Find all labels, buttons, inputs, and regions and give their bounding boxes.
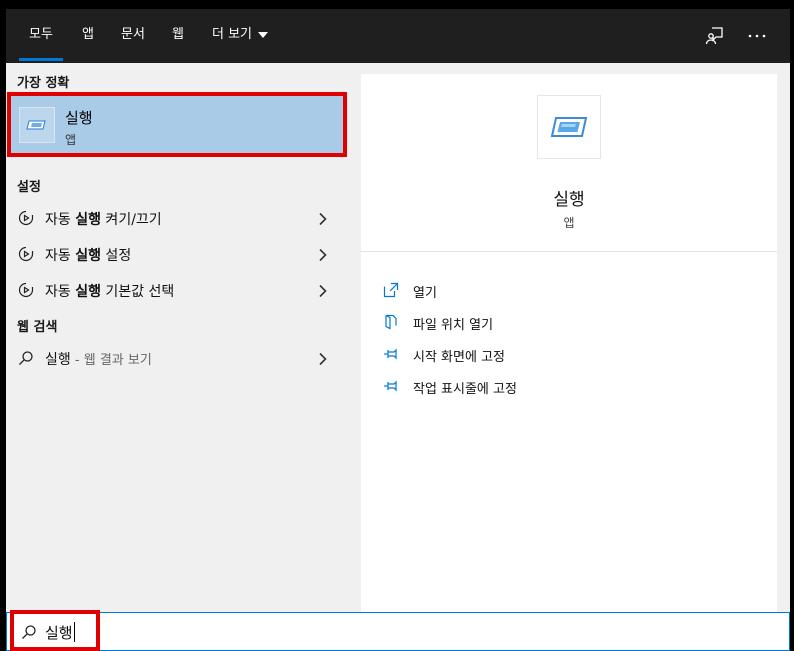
results-panel: 가장 정확 실행 앱 설정 자동 실행 켜기/끄기 자동 실행 설정 자동 실행… [6, 63, 350, 612]
best-match-heading: 가장 정확 [17, 76, 70, 91]
settings-heading: 설정 [17, 180, 41, 195]
open-icon [383, 282, 399, 298]
action-label: 열기 [413, 286, 437, 301]
settings-item-autoplay-settings[interactable]: 자동 실행 설정 [6, 238, 350, 272]
feedback-icon[interactable] [705, 26, 725, 46]
settings-item-label: 자동 실행 설정 [45, 248, 132, 264]
pin-icon [383, 378, 399, 394]
action-label: 작업 표시줄에 고정 [413, 382, 517, 397]
settings-item-label: 자동 실행 기본값 선택 [45, 284, 175, 300]
file-location-icon [383, 314, 399, 330]
search-tabs-bar: 모두 앱 문서 웹 더 보기 [6, 9, 790, 63]
preview-title: 실행 [553, 190, 585, 210]
autoplay-icon [18, 282, 34, 298]
chevron-down-icon [258, 31, 269, 38]
action-open-file-location[interactable]: 파일 위치 열기 [383, 310, 763, 336]
tab-documents[interactable]: 문서 [121, 9, 145, 63]
chevron-right-icon [318, 211, 328, 226]
autoplay-icon [18, 210, 34, 226]
action-pin-to-start[interactable]: 시작 화면에 고정 [383, 342, 763, 368]
settings-item-autoplay-defaults[interactable]: 자동 실행 기본값 선택 [6, 274, 350, 308]
action-label: 파일 위치 열기 [413, 318, 494, 333]
annotation-highlight-box [7, 92, 347, 157]
run-app-large-icon [537, 95, 601, 159]
search-icon [18, 350, 34, 366]
settings-item-label: 자동 실행 켜기/끄기 [45, 212, 162, 228]
pin-icon [383, 346, 399, 362]
chevron-right-icon [318, 247, 328, 262]
web-search-heading: 웹 검색 [17, 320, 58, 335]
search-box[interactable]: 실행 [6, 612, 790, 651]
tab-apps[interactable]: 앱 [82, 9, 94, 63]
web-search-item[interactable]: 실행 - 웹 결과 보기 [6, 342, 350, 376]
settings-item-autoplay-toggle[interactable]: 자동 실행 켜기/끄기 [6, 202, 350, 236]
tab-more-label: 더 보기 [212, 27, 253, 42]
autoplay-icon [18, 246, 34, 262]
annotation-highlight-box [10, 610, 100, 651]
action-open[interactable]: 열기 [383, 278, 763, 304]
tab-web[interactable]: 웹 [172, 9, 184, 63]
chevron-right-icon [318, 283, 328, 298]
tab-more[interactable]: 더 보기 [212, 9, 269, 63]
web-search-label: 실행 - 웹 결과 보기 [45, 352, 152, 368]
chevron-right-icon [318, 351, 328, 366]
more-options-icon[interactable] [747, 26, 767, 46]
tab-all[interactable]: 모두 [19, 9, 63, 63]
action-label: 시작 화면에 고정 [413, 350, 505, 365]
search-window: 모두 앱 문서 웹 더 보기 가장 정확 실행 앱 설정 자동 실행 켜기/끄기… [6, 9, 790, 651]
preview-subtitle: 앱 [563, 216, 575, 230]
divider [361, 251, 777, 252]
preview-panel: 실행 앱 열기 파일 위치 열기 시작 화면에 고정 작업 표시줄에 고정 [361, 74, 777, 612]
action-pin-to-taskbar[interactable]: 작업 표시줄에 고정 [383, 374, 763, 400]
